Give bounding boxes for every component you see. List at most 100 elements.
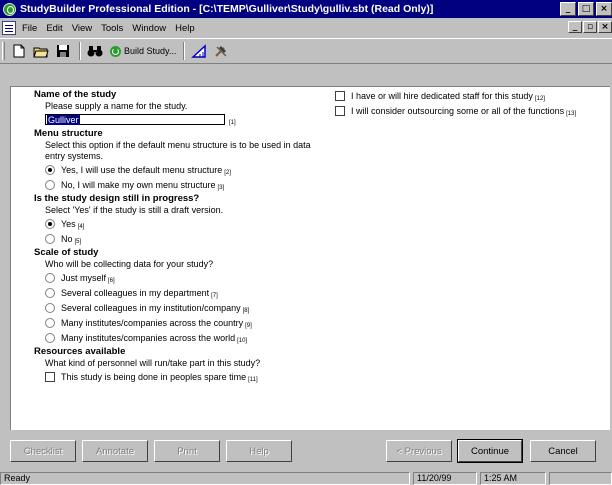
window-title: StudyBuilder Professional Edition - [C:\…	[20, 3, 434, 15]
status-panel	[549, 472, 612, 485]
maximize-button[interactable]: □	[578, 2, 594, 16]
scale-option[interactable]: Several colleagues in my institution/com…	[45, 300, 329, 315]
field-number: [7]	[211, 292, 218, 299]
radio-button[interactable]	[45, 302, 55, 313]
save-icon[interactable]	[53, 42, 73, 60]
document-icon[interactable]	[2, 21, 16, 35]
tools-hammer-icon[interactable]	[211, 42, 231, 60]
progress-heading: Is the study design still in progress?	[34, 193, 200, 204]
scale-option[interactable]: Several colleagues in my department [7]	[45, 285, 329, 300]
scale-option[interactable]: Many institutes/companies across the cou…	[45, 315, 329, 330]
progress-option-yes[interactable]: Yes [4]	[45, 216, 329, 231]
radio-button[interactable]	[45, 164, 55, 175]
radio-button[interactable]	[45, 287, 55, 298]
toolbar-separator	[183, 42, 186, 60]
option-label: No, I will make my own menu structure	[61, 179, 216, 190]
radio-button[interactable]	[45, 179, 55, 190]
name-prompt: Please supply a name for the study.	[45, 101, 188, 111]
field-number: [2]	[224, 169, 231, 176]
resources-option[interactable]: I will consider outsourcing some or all …	[335, 103, 612, 118]
open-folder-icon[interactable]	[31, 42, 51, 60]
build-icon	[110, 45, 121, 57]
previous-button[interactable]: < Previous	[386, 440, 452, 462]
option-label: This study is being done in peoples spar…	[61, 371, 247, 382]
menu-tools[interactable]: Tools	[101, 23, 123, 34]
scale-option[interactable]: Many institutes/companies across the wor…	[45, 330, 329, 345]
resources-heading: Resources available	[34, 346, 126, 357]
study-name-field[interactable]: Gulliver	[45, 114, 225, 125]
option-label: Many institutes/companies across the wor…	[61, 332, 236, 343]
field-number: [4]	[77, 223, 85, 230]
status-text: Ready	[0, 472, 410, 485]
close-button[interactable]: ×	[596, 2, 612, 16]
resources-option[interactable]: I have or will hire dedicated staff for …	[335, 88, 612, 103]
option-label: Several colleagues in my department	[61, 287, 210, 298]
field-number: [6]	[108, 277, 115, 284]
name-heading: Name of the study	[34, 89, 117, 100]
annotate-button[interactable]: Annotate	[82, 440, 148, 462]
help-button[interactable]: Help	[226, 440, 292, 462]
find-binoculars-icon[interactable]	[85, 42, 105, 60]
toolbar-separator	[79, 42, 81, 60]
field-number: [11]	[248, 376, 258, 383]
field-number: [12]	[534, 95, 545, 102]
doc-minimize-button[interactable]: _	[568, 21, 582, 33]
field-number: [10]	[237, 337, 248, 344]
menu-view[interactable]: View	[72, 23, 92, 34]
design-ruler-icon[interactable]	[189, 42, 209, 60]
checkbox[interactable]	[335, 90, 345, 101]
cancel-button[interactable]: Cancel	[530, 440, 596, 462]
checklist-button[interactable]: Checklist	[10, 440, 76, 462]
status-date: 11/20/99	[413, 472, 477, 485]
new-file-icon[interactable]	[9, 42, 29, 60]
title-bar[interactable]: StudyBuilder Professional Edition - [C:\…	[0, 0, 612, 18]
checkbox[interactable]	[45, 371, 55, 382]
menu-heading: Menu structure	[34, 128, 103, 139]
option-label: Several colleagues in my institution/com…	[61, 302, 241, 313]
app-icon[interactable]	[3, 2, 16, 16]
option-label: I have or will hire dedicated staff for …	[351, 90, 533, 101]
app-window: StudyBuilder Professional Edition - [C:\…	[0, 0, 612, 485]
continue-button[interactable]: Continue	[457, 439, 523, 463]
scale-option[interactable]: Just myself [6]	[45, 270, 329, 285]
menu-file[interactable]: File	[22, 23, 37, 34]
option-label: No	[61, 233, 73, 244]
study-name-value: Gulliver	[47, 115, 80, 125]
menu-edit[interactable]: Edit	[46, 23, 62, 34]
radio-button[interactable]	[45, 317, 55, 328]
option-label: I will consider outsourcing some or all …	[351, 105, 565, 116]
study-form-panel: Name of the study Please supply a name f…	[10, 86, 610, 430]
minimize-button[interactable]: _	[560, 2, 576, 16]
menu-option-own[interactable]: No, I will make my own menu structure [3]	[45, 177, 329, 192]
build-study-button[interactable]: Build Study...	[107, 42, 179, 60]
radio-button[interactable]	[45, 332, 55, 343]
status-time: 1:25 AM	[480, 472, 546, 485]
status-bar: Ready 11/20/99 1:25 AM	[0, 472, 612, 485]
radio-button[interactable]	[45, 272, 55, 283]
progress-option-no[interactable]: No [5]	[45, 231, 329, 246]
menu-window[interactable]: Window	[132, 23, 166, 34]
option-label: Yes	[61, 218, 76, 229]
radio-button[interactable]	[45, 233, 55, 244]
option-label: Many institutes/companies across the cou…	[61, 317, 244, 328]
scale-heading: Scale of study	[34, 247, 99, 258]
menu-help[interactable]: Help	[175, 23, 195, 34]
toolbar-grip[interactable]	[2, 42, 5, 60]
field-number: [5]	[74, 238, 82, 245]
radio-button[interactable]	[45, 218, 55, 229]
checkbox[interactable]	[335, 105, 345, 116]
resources-option[interactable]: This study is being done in peoples spar…	[45, 369, 329, 384]
doc-close-button[interactable]: ×	[598, 21, 612, 33]
field-number: [8]	[242, 307, 250, 314]
print-button[interactable]: Print	[154, 440, 220, 462]
option-label: Just myself	[61, 272, 107, 283]
resources-prompt: What kind of personnel will run/take par…	[45, 358, 261, 368]
toolbar: Build Study...	[0, 38, 612, 64]
menu-option-default[interactable]: Yes, I will use the default menu structu…	[45, 162, 329, 177]
doc-restore-button[interactable]: ▫	[583, 21, 597, 33]
field-number: [1]	[229, 119, 236, 126]
button-bar: Checklist Annotate Print Help < Previous…	[10, 439, 610, 464]
scale-prompt: Who will be collecting data for your stu…	[45, 259, 214, 269]
progress-prompt: Select 'Yes' if the study is still a dra…	[45, 205, 224, 215]
field-number: [3]	[217, 184, 225, 191]
